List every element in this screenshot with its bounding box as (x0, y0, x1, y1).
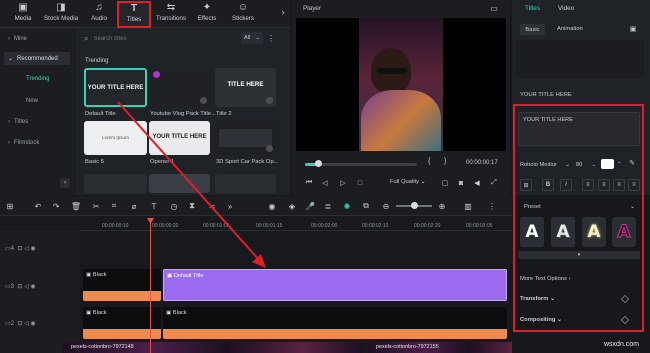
watermark: wsxdn.com (604, 341, 640, 348)
annotation-arrow (117, 101, 266, 268)
